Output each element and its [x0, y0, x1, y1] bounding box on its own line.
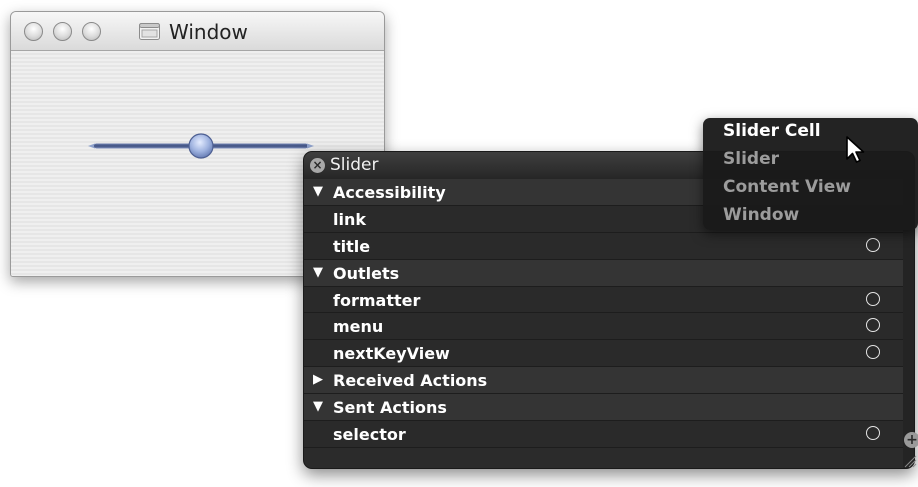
close-icon[interactable]: × — [310, 158, 325, 173]
window-proxy-icon[interactable] — [139, 23, 160, 40]
menu-item[interactable]: Slider Cell — [723, 121, 821, 141]
menu-item[interactable]: Slider — [723, 149, 779, 169]
row-label: Sent Actions — [333, 398, 447, 418]
resize-grip-icon[interactable] — [903, 454, 917, 468]
object-picker-menu: Slider Cell Slider Content View Window — [703, 118, 918, 230]
row-label: Accessibility — [333, 183, 446, 202]
zoom-button[interactable] — [82, 22, 101, 41]
row-label: nextKeyView — [333, 344, 450, 364]
minimize-button[interactable] — [53, 22, 72, 41]
connection-circle-icon[interactable] — [866, 426, 880, 441]
row-label: formatter — [333, 290, 421, 310]
disclosure-expanded-icon[interactable]: ▼ — [313, 265, 323, 280]
row-label: link — [333, 209, 366, 229]
disclosure-collapsed-icon[interactable]: ▶ — [313, 372, 323, 387]
arrow-cursor-icon — [846, 136, 865, 163]
close-button[interactable] — [24, 22, 43, 41]
add-connection-icon[interactable]: + — [904, 432, 918, 448]
menu-item[interactable]: Window — [723, 205, 799, 225]
section-header[interactable]: ▼ Sent Actions — [304, 394, 904, 422]
row-label: title — [333, 236, 371, 256]
connection-circle-icon[interactable] — [866, 291, 880, 306]
disclosure-expanded-icon[interactable]: ▼ — [313, 399, 323, 414]
row-label: Received Actions — [333, 371, 488, 391]
horizontal-slider[interactable] — [88, 132, 314, 160]
outlet-row[interactable]: menu — [304, 313, 904, 341]
section-header[interactable]: ▼ Outlets — [304, 259, 904, 287]
window-title: Window — [169, 20, 248, 44]
connection-circle-icon[interactable] — [866, 237, 880, 252]
outlet-row[interactable]: nextKeyView — [304, 340, 904, 368]
row-label: Outlets — [333, 263, 400, 283]
outlet-row[interactable]: title — [304, 232, 904, 260]
panel-title: Slider — [330, 155, 379, 175]
section-header[interactable]: ▶ Received Actions — [304, 367, 904, 395]
outlet-row[interactable]: formatter — [304, 286, 904, 314]
outlet-row[interactable]: selector — [304, 421, 904, 448]
slider-knob[interactable] — [188, 133, 214, 159]
connection-circle-icon[interactable] — [866, 345, 880, 360]
disclosure-expanded-icon[interactable]: ▼ — [313, 184, 323, 199]
row-label: selector — [333, 425, 406, 445]
row-label: menu — [333, 317, 384, 337]
connection-circle-icon[interactable] — [866, 318, 880, 333]
window-titlebar[interactable]: Window — [11, 12, 384, 51]
menu-item[interactable]: Content View — [723, 177, 851, 197]
